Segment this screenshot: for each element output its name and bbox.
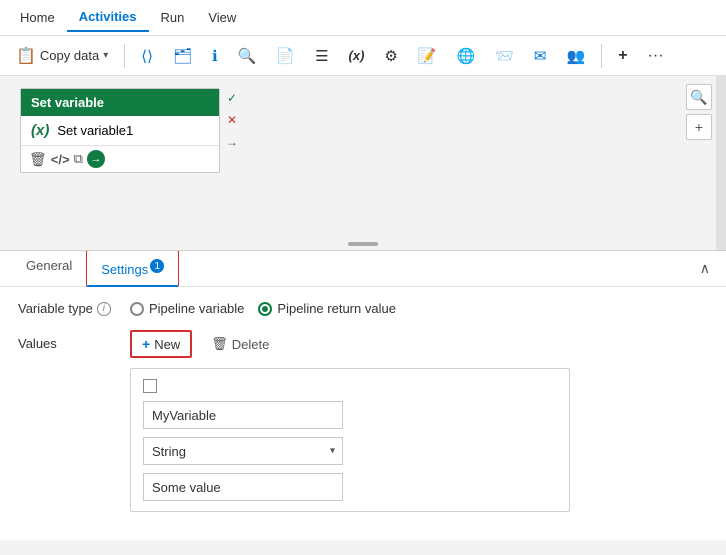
copy-data-dropdown-icon: ▾ — [103, 50, 108, 61]
card-side-actions: ✓ ✕ → — [222, 88, 242, 152]
tabs-left: General Settings1 — [12, 250, 179, 287]
globe-icon: 🌐 — [457, 47, 476, 65]
copy-data-label: Copy data — [40, 48, 99, 63]
values-row: Values + New 🗑 Delete — [18, 330, 708, 512]
card-accept-btn[interactable]: ✓ — [222, 88, 242, 108]
code-icon[interactable]: </> — [51, 152, 70, 167]
tab-general[interactable]: General — [12, 250, 86, 287]
transform-button[interactable]: ⚙ — [376, 43, 405, 69]
teams-icon: 👥 — [567, 47, 586, 65]
collapse-handle[interactable] — [348, 242, 378, 246]
canvas-scrollbar[interactable] — [716, 76, 726, 250]
info-button[interactable]: ℹ — [204, 43, 226, 69]
teams-button[interactable]: 👥 — [559, 43, 594, 69]
activity-card-body: (x) Set variable1 — [21, 116, 219, 146]
outlook-icon: ✉ — [534, 47, 547, 65]
add-button[interactable]: + — [610, 43, 635, 69]
variable-name-input[interactable] — [143, 401, 343, 429]
canvas-zoom-in-btn[interactable]: + — [686, 114, 712, 140]
dataflow-icon: 🗂 — [173, 47, 192, 65]
activity-card-title: Set variable — [31, 95, 104, 110]
activity-card-name: Set variable1 — [57, 123, 133, 138]
list-icon: ☰ — [315, 47, 328, 65]
card-reject-btn[interactable]: ✕ — [222, 110, 242, 130]
more-button[interactable]: ··· — [640, 43, 672, 69]
menu-activities[interactable]: Activities — [67, 3, 149, 32]
values-label: Values — [18, 330, 118, 351]
menu-run[interactable]: Run — [149, 4, 197, 31]
tabs-bar: General Settings1 ∧ — [0, 251, 726, 287]
collapse-button[interactable]: ∧ — [696, 256, 714, 281]
values-table: String Integer Boolean Array Object Floa… — [130, 368, 570, 512]
menu-view[interactable]: View — [196, 4, 248, 31]
document-icon: 📄 — [276, 47, 295, 65]
canvas-area: Set variable (x) Set variable1 🗑 </> ⧉ →… — [0, 76, 726, 251]
list-button[interactable]: ☰ — [307, 43, 336, 69]
copy-data-button[interactable]: 📋 Copy data ▾ — [8, 42, 116, 70]
info-icon: ℹ — [212, 47, 218, 65]
properties-content: Variable type i Pipeline variable Pipeli… — [0, 287, 726, 540]
menu-home[interactable]: Home — [8, 4, 67, 31]
plus-icon: + — [142, 336, 150, 352]
trash-icon: 🗑 — [211, 336, 228, 352]
outlook-button[interactable]: ✉ — [526, 43, 555, 69]
send-icon: 📨 — [495, 47, 514, 65]
variable-type-label: Variable type i — [18, 301, 118, 316]
copy-icon[interactable]: ⧉ — [74, 151, 83, 167]
add-icon: + — [618, 47, 627, 65]
table-row-checkbox[interactable] — [143, 379, 157, 393]
variable-type-controls: Pipeline variable Pipeline return value — [130, 301, 396, 316]
canvas-controls: 🔍 + — [686, 84, 712, 140]
radio-pipeline-variable-label: Pipeline variable — [149, 301, 244, 316]
search-button[interactable]: 🔍 — [230, 43, 265, 69]
copy-data-icon: 📋 — [16, 46, 36, 66]
variable-value-input[interactable] — [143, 473, 343, 501]
menu-bar: Home Activities Run View — [0, 0, 726, 36]
variable-type-row: Variable type i Pipeline variable Pipeli… — [18, 301, 708, 316]
radio-pipeline-return-circle — [258, 302, 272, 316]
document-button[interactable]: 📄 — [268, 43, 303, 69]
delete-button[interactable]: 🗑 Delete — [200, 331, 280, 357]
variable-type-info-icon: i — [97, 302, 111, 316]
activity-card-header: Set variable — [21, 89, 219, 116]
script-button[interactable]: 📝 — [410, 43, 445, 69]
script-icon: 📝 — [418, 47, 437, 65]
type-select-wrapper: String Integer Boolean Array Object Floa… — [143, 437, 343, 465]
radio-pipeline-variable-circle — [130, 302, 144, 316]
toolbar-separator-1 — [124, 44, 125, 68]
radio-pipeline-return[interactable]: Pipeline return value — [258, 301, 396, 316]
web-button[interactable]: 🌐 — [449, 43, 484, 69]
search-icon: 🔍 — [238, 47, 257, 65]
variable-button[interactable]: (x) — [341, 44, 373, 67]
toolbar-separator-2 — [601, 44, 602, 68]
values-controls: + New 🗑 Delete Str — [130, 330, 570, 512]
more-icon: ··· — [648, 47, 664, 65]
toolbar: 📋 Copy data ▾ ⟨⟩ 🗂 ℹ 🔍 📄 ☰ (x) ⚙ 📝 🌐 — [0, 36, 726, 76]
type-select[interactable]: String Integer Boolean Array Object Floa… — [143, 437, 343, 465]
values-actions: + New 🗑 Delete — [130, 330, 570, 358]
canvas-search-btn[interactable]: 🔍 — [686, 84, 712, 110]
delete-button-label: Delete — [232, 337, 270, 352]
table-row-check — [143, 379, 557, 393]
arrow-icon[interactable]: → — [87, 150, 105, 168]
pipeline-icon: ⟨⟩ — [141, 47, 153, 65]
properties-panel: General Settings1 ∧ Variable type i Pipe… — [0, 251, 726, 540]
settings-badge: 1 — [150, 259, 164, 273]
new-button[interactable]: + New — [130, 330, 192, 358]
activity-card-footer: 🗑 </> ⧉ → — [21, 146, 219, 172]
delete-activity-icon[interactable]: 🗑 — [29, 151, 47, 168]
tab-settings[interactable]: Settings1 — [86, 250, 179, 287]
card-forward-btn[interactable]: → — [222, 132, 242, 152]
radio-pipeline-return-label: Pipeline return value — [277, 301, 396, 316]
dataflow-button[interactable]: 🗂 — [165, 43, 200, 69]
new-button-label: New — [154, 337, 180, 352]
variable-icon: (x) — [349, 48, 365, 63]
activity-card: Set variable (x) Set variable1 🗑 </> ⧉ → — [20, 88, 220, 173]
send-button[interactable]: 📨 — [487, 43, 522, 69]
pipeline-button[interactable]: ⟨⟩ — [133, 43, 161, 69]
transform-icon: ⚙ — [384, 47, 397, 65]
radio-pipeline-variable[interactable]: Pipeline variable — [130, 301, 244, 316]
variable-card-icon: (x) — [31, 122, 49, 139]
